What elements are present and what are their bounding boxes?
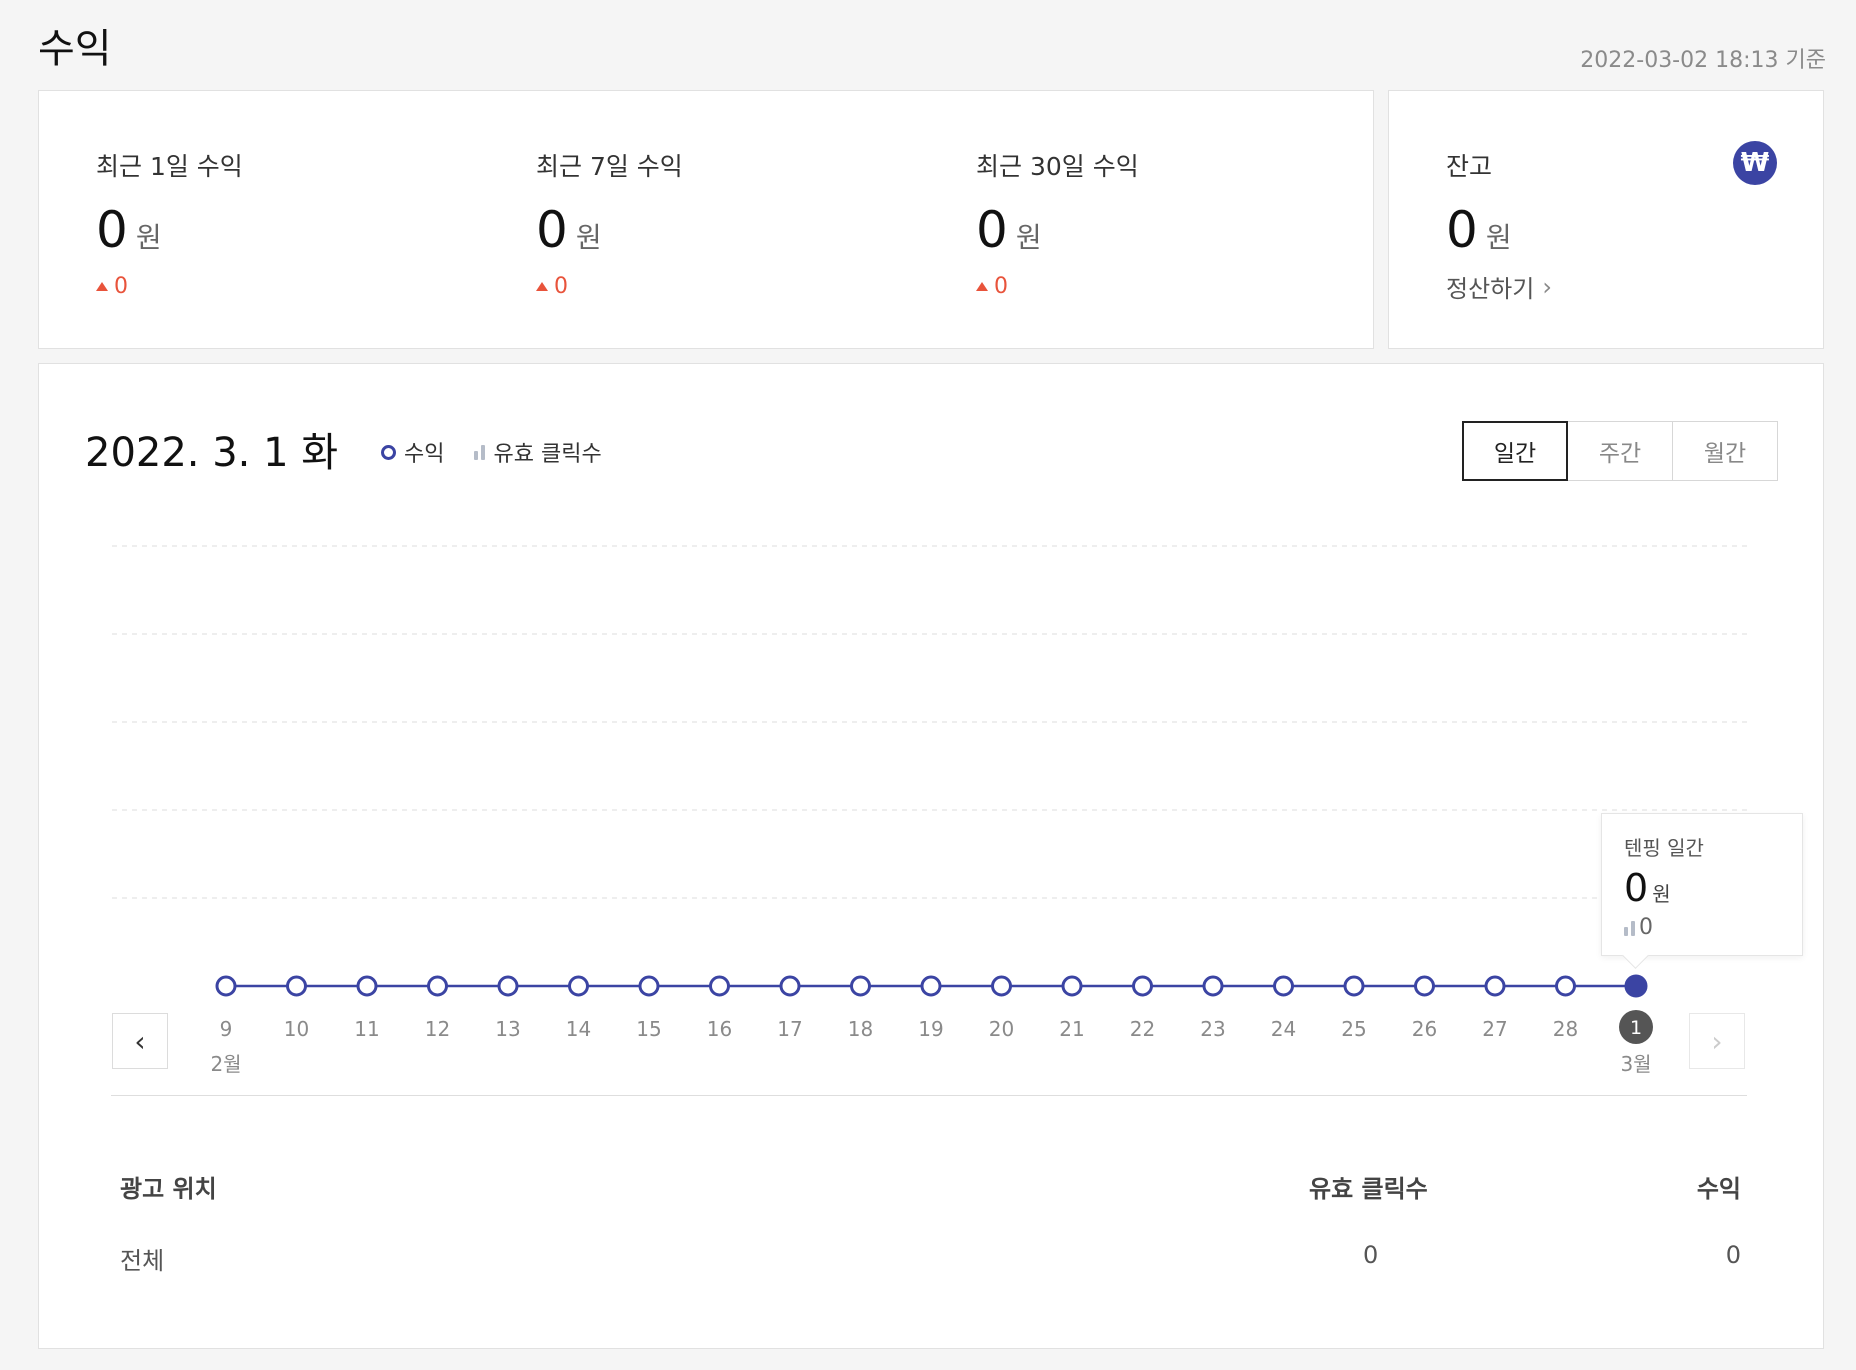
balance-unit: 원 [1485,221,1512,254]
tooltip-clicks-value: 0 [1639,915,1653,940]
x-tick-label: 11 [354,1017,379,1041]
data-point [568,975,589,997]
x-tick-label: 25 [1341,1017,1366,1041]
stat-label: 최근 30일 수익 [976,152,1139,181]
x-tick-label: 27 [1482,1017,1507,1041]
stat-1day: 최근 1일 수익 0 원 0 [96,147,243,299]
data-point [991,975,1012,997]
x-tick-label: 23 [1200,1017,1225,1041]
stat-change: 0 [976,274,1139,299]
x-tick-label: 26 [1412,1017,1437,1041]
table-cell-revenue: 0 [1725,1241,1741,1269]
stat-change-value: 0 [114,274,128,299]
stat-change-value: 0 [994,274,1008,299]
stat-unit: 원 [135,221,162,254]
data-point [850,975,871,997]
x-tick-label: 17 [777,1017,802,1041]
stat-unit: 원 [575,221,602,254]
chart-next-button[interactable]: › [1689,1013,1745,1069]
x-tick-label: 22 [1130,1017,1155,1041]
x-tick-label: 18 [848,1017,873,1041]
x-tick-label: 1 [1630,1017,1642,1039]
x-tick-label: 15 [636,1017,661,1041]
tooltip-clicks: 0 [1624,915,1780,940]
x-tick-label: 10 [284,1017,309,1041]
tab-daily[interactable]: 일간 [1462,421,1568,481]
data-point [1555,975,1576,997]
balance-value: 0 [1446,201,1478,259]
x-tick-label: 19 [918,1017,943,1041]
data-point-selected [1624,974,1648,998]
month-label: 2월 [210,1052,241,1076]
x-tick-label: 24 [1271,1017,1296,1041]
data-point [709,975,730,997]
chevron-right-icon: › [1542,272,1552,301]
data-point [215,975,237,997]
data-point [1061,975,1083,997]
as-of-timestamp: 2022-03-02 18:13 기준 [1580,48,1826,73]
table-cell-clicks: 0 [1363,1241,1379,1269]
x-tick-label: 12 [425,1017,450,1041]
chart-divider [111,1095,1747,1096]
stat-change: 0 [96,274,243,299]
balance-stat: 잔고 0 원 [1446,147,1512,256]
summary-card: 최근 1일 수익 0 원 0 최근 7일 수익 0 원 0 최근 30일 수익 [38,90,1374,349]
data-point [1273,975,1294,997]
stat-unit: 원 [1015,221,1042,254]
table-header-position: 광고 위치 [120,1175,217,1203]
stat-30day: 최근 30일 수익 0 원 0 [976,147,1139,299]
balance-card: 잔고 0 원 ₩ 정산하기 › [1388,90,1824,349]
data-point [638,975,660,997]
table-header-clicks: 유효 클릭수 [1309,1175,1428,1203]
stat-value: 0 [976,201,1008,259]
month-label: 3월 [1620,1052,1651,1076]
chart-card: 2022. 3. 1 화 수익 유효 클릭수 일간 주간 월간 9 10 11 12 1… [38,363,1824,1349]
x-tick-label: 21 [1059,1017,1084,1041]
stat-value: 0 [536,201,568,259]
settle-link[interactable]: 정산하기 › [1446,269,1552,304]
x-tick-label: 14 [566,1017,591,1041]
stat-label: 최근 7일 수익 [536,152,683,181]
triangle-up-icon [536,282,548,291]
data-point [920,975,942,997]
tooltip-unit: 원 [1652,882,1671,906]
chevron-right-icon: › [1711,1024,1723,1058]
chart-tooltip: 텐핑 일간 0 원 0 [1601,813,1803,956]
data-point [356,975,378,997]
x-tick-label: 16 [707,1017,732,1041]
tooltip-value: 0 [1624,866,1649,910]
x-tick-label: 28 [1553,1017,1578,1041]
data-point [1484,975,1506,997]
stat-label: 최근 1일 수익 [96,152,243,181]
stat-change-value: 0 [554,274,568,299]
x-tick-label: 9 [220,1017,233,1041]
triangle-up-icon [976,282,988,291]
data-point [1202,975,1224,997]
won-currency-icon: ₩ [1733,141,1777,185]
chart-prev-button[interactable]: ‹ [112,1013,168,1069]
data-point [497,975,519,997]
revenue-dashboard: 수익 2022-03-02 18:13 기준 최근 1일 수익 0 원 0 최근… [0,0,1856,1370]
table-header-revenue: 수익 [1696,1175,1741,1203]
stat-value: 0 [96,201,128,259]
stat-7day: 최근 7일 수익 0 원 0 [536,147,683,299]
table-cell-position: 전체 [120,1247,165,1275]
page-title: 수익 [38,26,112,72]
x-tick-label: 13 [495,1017,520,1041]
data-point [1343,975,1365,997]
settle-link-label: 정산하기 [1446,275,1535,303]
data-point [779,975,801,997]
tooltip-title: 텐핑 일간 [1624,836,1704,860]
bar-chart-icon [1624,920,1635,936]
balance-label: 잔고 [1446,152,1493,181]
data-point [427,975,448,997]
data-point [286,975,307,997]
data-point [1414,975,1435,997]
data-point [1132,975,1153,997]
stat-change: 0 [536,274,683,299]
x-tick-label: 20 [989,1017,1014,1041]
chevron-left-icon: ‹ [134,1024,146,1058]
triangle-up-icon [96,282,108,291]
